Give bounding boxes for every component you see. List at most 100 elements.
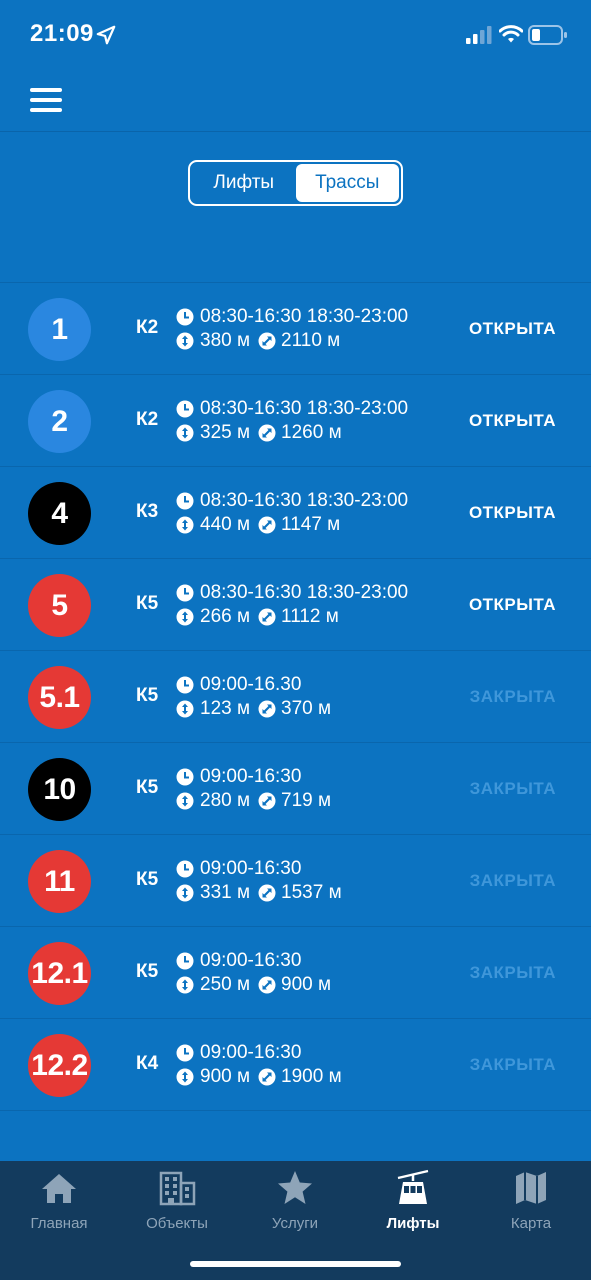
vertical-drop-icon [176,332,194,350]
vertical-drop-icon [176,424,194,442]
tab-objects-label: Объекты [146,1215,208,1232]
lift-length: 719 м [281,790,332,811]
lift-row[interactable]: 5.1 К5 09:00-16.30 123 м 370 м ЗАКРЫТА [0,651,591,743]
tab-lifts-nav-label: Лифты [386,1215,440,1232]
tab-home[interactable]: Главная [0,1169,118,1232]
status-bar: 21:09 [0,0,591,70]
lift-row[interactable]: 11 К5 09:00-16:30 331 м 1537 м ЗАКРЫТА [0,835,591,927]
length-icon [258,792,276,810]
lift-hours: 08:30-16:30 18:30-23:00 [200,582,409,603]
tab-map-label: Карта [510,1215,552,1232]
building-icon [159,1171,196,1206]
lift-line-label: К5 [136,685,159,706]
lift-line-label: К5 [136,593,159,614]
tab-services[interactable]: Услуги [236,1169,354,1232]
location-arrow-icon [96,25,116,45]
hours-line: 09:00-16:30 [176,765,331,789]
lift-row[interactable]: 2 К2 08:30-16:30 18:30-23:00 325 м 1260 м ОТК… [0,375,591,467]
lift-length: 1147 м [281,514,341,535]
vertical-drop-icon [176,516,194,534]
lift-number-badge: 2 [28,390,91,453]
hours-line: 09:00-16.30 [176,673,331,697]
vertical-drop-icon [176,608,194,626]
metrics-line: 250 м 900 м [176,973,331,997]
hours-line: 08:30-16:30 18:30-23:00 [176,581,408,605]
lift-info: 09:00-16:30 280 м 719 м [176,765,331,813]
tab-objects[interactable]: Объекты [118,1169,236,1232]
lift-status: ЗАКРЫТА [469,871,556,890]
lift-vertical: 440 м [200,514,251,535]
lift-hours: 08:30-16:30 18:30-23:00 [200,398,409,419]
hours-line: 08:30-16:30 18:30-23:00 [176,305,408,329]
lift-row[interactable]: 12.2 К4 09:00-16:30 900 м 1900 м ЗАКРЫТА [0,1019,591,1111]
lift-number-badge: 12.1 [28,942,91,1005]
lift-hours: 09:00-16:30 [200,1042,302,1063]
hours-line: 09:00-16:30 [176,949,331,973]
home-indicator [190,1261,401,1267]
lift-number-badge: 10 [28,758,91,821]
star-icon [278,1171,312,1204]
lift-number-badge: 1 [28,298,91,361]
lift-row[interactable]: 12.1 К5 09:00-16:30 250 м 900 м ЗАКРЫТА [0,927,591,1019]
tab-map[interactable]: Карта [472,1169,590,1232]
lift-row[interactable]: 1 К2 08:30-16:30 18:30-23:00 380 м 2110 м ОТК… [0,283,591,375]
lift-vertical: 123 м [200,698,251,719]
lift-list: 1 К2 08:30-16:30 18:30-23:00 380 м 2110 м ОТК… [0,282,591,1111]
metrics-line: 123 м 370 м [176,697,331,721]
cellular-signal-icon [466,26,492,44]
lift-info: 09:00-16.30 123 м 370 м [176,673,331,721]
clock-icon [176,768,194,786]
battery-icon [528,25,567,45]
lift-vertical: 250 м [200,974,251,995]
tab-lifts-nav[interactable]: Лифты [354,1169,472,1232]
lift-info: 09:00-16:30 331 м 1537 м [176,857,342,905]
status-time: 21:09 [30,20,94,47]
wifi-icon [499,25,523,43]
lift-length: 1112 м [281,606,339,627]
lift-status: ЗАКРЫТА [469,687,556,706]
clock-icon [176,492,194,510]
lift-vertical: 266 м [200,606,251,627]
length-icon [258,1068,276,1086]
lift-status: ОТКРЫТА [468,595,556,614]
vertical-drop-icon [176,792,194,810]
hours-line: 08:30-16:30 18:30-23:00 [176,489,408,513]
lift-hours: 09:00-16:30 [200,766,302,787]
lift-hours: 08:30-16:30 18:30-23:00 [200,490,409,511]
lift-number-badge: 4 [28,482,91,545]
lift-line-label: К2 [136,409,159,430]
lift-hours: 09:00-16:30 [200,950,302,971]
lift-row[interactable]: 4 К3 08:30-16:30 18:30-23:00 440 м 1147 м ОТК… [0,467,591,559]
length-icon [258,884,276,902]
lift-line-label: К5 [136,961,159,982]
clock-icon [176,952,194,970]
length-icon [258,608,276,626]
lift-hours: 09:00-16:30 [200,858,302,879]
map-icon [516,1172,546,1204]
metrics-line: 325 м 1260 м [176,421,408,445]
metrics-line: 380 м 2110 м [176,329,408,353]
tab-lifts[interactable]: Лифты [192,164,296,202]
lift-vertical: 331 м [200,882,251,903]
lift-number-badge: 5 [28,574,91,637]
lift-number-badge: 12.2 [28,1034,91,1097]
vertical-drop-icon [176,976,194,994]
lifts-trails-segmented-control: Лифты Трассы [188,160,403,206]
lift-length: 900 м [281,974,332,995]
lift-vertical: 280 м [200,790,251,811]
lift-status: ОТКРЫТА [468,319,556,338]
lift-vertical: 900 м [200,1066,251,1087]
lift-info: 08:30-16:30 18:30-23:00 266 м 1112 м [176,581,408,629]
lift-length: 1900 м [281,1066,342,1087]
clock-icon [176,1044,194,1062]
lift-vertical: 325 м [200,422,251,443]
lift-row[interactable]: 5 К5 08:30-16:30 18:30-23:00 266 м 1112 м ОТК… [0,559,591,651]
clock-icon [176,860,194,878]
length-icon [258,516,276,534]
tab-trails[interactable]: Трассы [295,164,399,202]
lift-row[interactable]: 10 К5 09:00-16:30 280 м 719 м ЗАКРЫТА [0,743,591,835]
metrics-line: 900 м 1900 м [176,1065,342,1089]
hamburger-menu-icon[interactable] [30,87,62,113]
lift-hours: 09:00-16.30 [200,674,302,695]
lift-status: ОТКРЫТА [468,503,556,522]
